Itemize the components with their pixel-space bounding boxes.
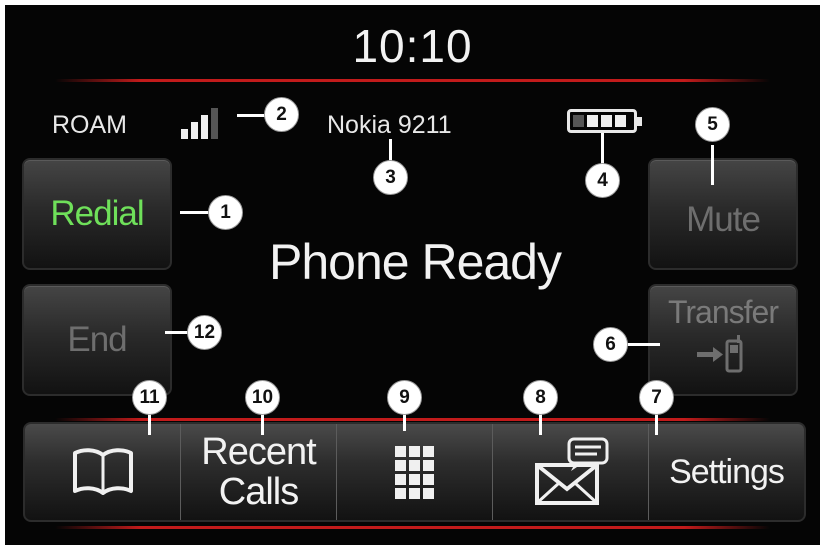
callout-5-leader xyxy=(711,145,714,185)
callout-9: 9 xyxy=(387,380,422,415)
transfer-button[interactable]: Transfer xyxy=(648,284,798,396)
callout-6-leader xyxy=(625,343,660,346)
bottom-divider xyxy=(55,526,770,529)
envelope-message-icon xyxy=(534,437,608,505)
top-divider xyxy=(55,79,770,82)
callout-1-leader xyxy=(180,211,210,214)
end-label: End xyxy=(67,320,127,359)
callout-3: 3 xyxy=(373,160,408,195)
callout-6: 6 xyxy=(593,327,628,362)
callout-4-leader xyxy=(601,133,604,165)
roam-indicator: ROAM xyxy=(52,111,127,139)
battery-icon xyxy=(567,109,642,133)
callout-5: 5 xyxy=(695,107,730,142)
bottom-nav-bar: Recent Calls Settings xyxy=(23,422,806,522)
callout-3-leader xyxy=(389,139,392,161)
recent-calls-label-line2: Calls xyxy=(218,471,299,513)
keypad-icon xyxy=(395,445,434,499)
callout-2-leader xyxy=(237,114,265,117)
callout-10: 10 xyxy=(245,380,280,415)
callout-7: 7 xyxy=(639,380,674,415)
mute-label: Mute xyxy=(686,200,761,239)
callout-12: 12 xyxy=(187,315,222,350)
device-name: Nokia 9211 xyxy=(327,111,452,139)
phonebook-button[interactable] xyxy=(25,424,181,520)
messaging-button[interactable] xyxy=(493,424,649,520)
redial-button[interactable]: Redial xyxy=(22,158,172,270)
phone-status-message: Phone Ready xyxy=(268,234,562,290)
recent-calls-button[interactable]: Recent Calls xyxy=(181,424,337,520)
clock: 10:10 xyxy=(352,20,473,72)
callout-2: 2 xyxy=(264,97,299,132)
callout-8: 8 xyxy=(523,380,558,415)
callout-1: 1 xyxy=(208,195,243,230)
book-icon xyxy=(72,448,133,495)
mute-button[interactable]: Mute xyxy=(648,158,798,270)
redial-label: Redial xyxy=(50,194,144,233)
bottom-divider-top xyxy=(55,418,770,421)
signal-strength-icon xyxy=(181,103,231,139)
phone-screen: 10:10 ROAM Nokia 9211 Redial End Mute Tr… xyxy=(5,5,820,545)
transfer-label: Transfer xyxy=(668,294,779,330)
recent-calls-label-line1: Recent xyxy=(201,431,316,473)
callout-11: 11 xyxy=(132,380,167,415)
keypad-button[interactable] xyxy=(337,424,493,520)
transfer-arrow-phone-icon xyxy=(697,335,743,373)
callout-4: 4 xyxy=(585,163,620,198)
settings-label: Settings xyxy=(669,452,785,491)
settings-button[interactable]: Settings xyxy=(649,424,804,520)
